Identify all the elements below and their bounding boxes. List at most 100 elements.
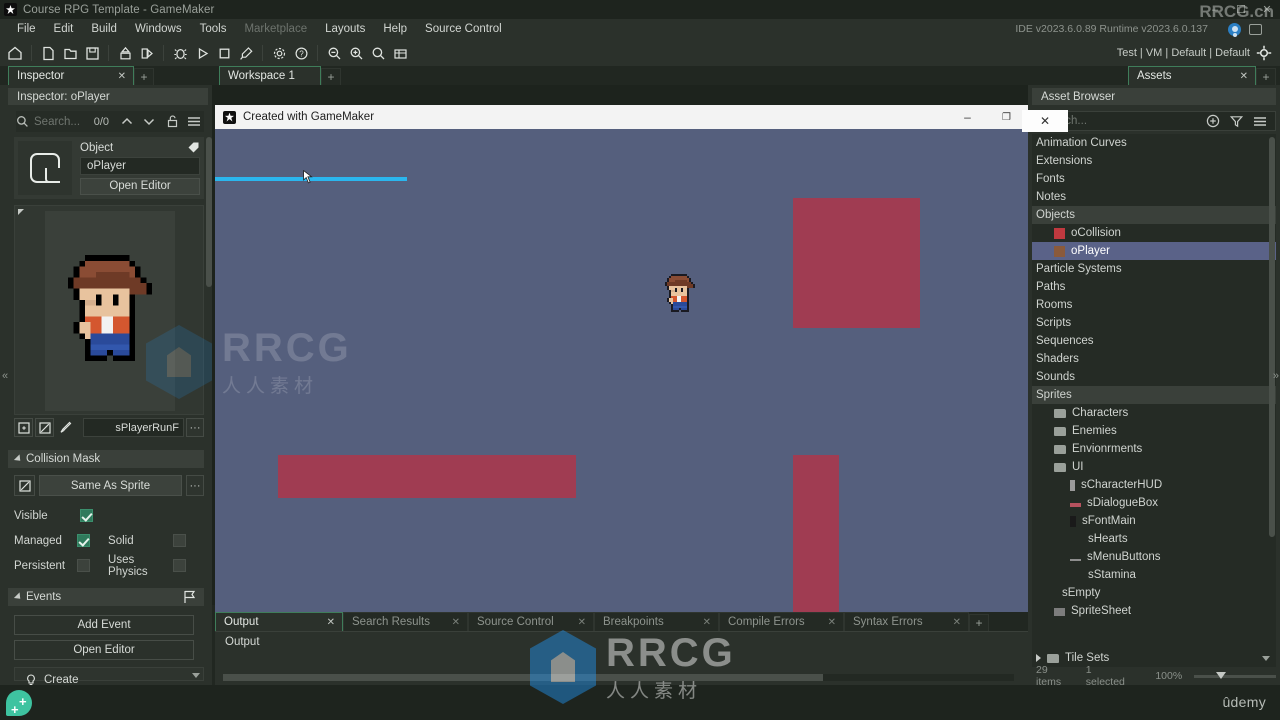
asset-item-scharacterhud[interactable]: sCharacterHUD xyxy=(1032,476,1276,494)
inspector-search-input[interactable]: Search... xyxy=(34,116,80,128)
export-icon[interactable] xyxy=(136,43,158,63)
asset-zoom-slider[interactable] xyxy=(1194,671,1276,679)
close-icon[interactable]: ✕ xyxy=(953,617,961,628)
collision-mask-section-header[interactable]: Collision Mask xyxy=(8,450,204,468)
asset-item-oplayer[interactable]: oPlayer xyxy=(1032,242,1276,260)
asset-item-spritesheet[interactable]: SpriteSheet xyxy=(1032,602,1276,620)
menu-source-control[interactable]: Source Control xyxy=(416,19,511,40)
asset-item-smenubuttons[interactable]: sMenuButtons xyxy=(1032,548,1276,566)
asset-group-scripts[interactable]: Scripts xyxy=(1032,314,1276,332)
asset-folder-environments[interactable]: Envionrments xyxy=(1032,440,1276,458)
asset-item-sdialoguebox[interactable]: sDialogueBox xyxy=(1032,494,1276,512)
events-open-editor-button[interactable]: Open Editor xyxy=(14,640,194,660)
asset-browser-scrollbar[interactable] xyxy=(1269,137,1275,645)
menu-help[interactable]: Help xyxy=(374,19,416,40)
object-open-editor-button[interactable]: Open Editor xyxy=(80,177,200,195)
asset-group-rooms[interactable]: Rooms xyxy=(1032,296,1276,314)
close-icon[interactable]: ✕ xyxy=(578,617,586,628)
asset-group-sounds[interactable]: Sounds xyxy=(1032,368,1276,386)
tab-inspector[interactable]: Inspector ✕ xyxy=(8,66,134,85)
new-file-icon[interactable] xyxy=(37,43,59,63)
import-icon[interactable] xyxy=(114,43,136,63)
tab-search-results[interactable]: Search Results ✕ xyxy=(343,612,468,631)
menu-file[interactable]: File xyxy=(8,19,45,40)
gear-icon[interactable] xyxy=(268,43,290,63)
stop-icon[interactable] xyxy=(213,43,235,63)
collapse-triangle-icon[interactable] xyxy=(18,209,24,215)
zoom-reset-icon[interactable] xyxy=(367,43,389,63)
output-body[interactable]: Output xyxy=(215,631,1034,685)
asset-item-ocollision[interactable]: oCollision xyxy=(1032,224,1276,242)
chevron-up-icon[interactable] xyxy=(120,116,134,127)
close-icon[interactable]: ✕ xyxy=(452,617,460,628)
flag-checkbox-managed[interactable] xyxy=(77,534,91,547)
asset-group-notes[interactable]: Notes xyxy=(1032,188,1276,206)
asset-group-animation-curves[interactable]: Animation Curves xyxy=(1032,134,1276,152)
add-inspector-tab-button[interactable]: + xyxy=(134,68,154,85)
menu-hamburger-icon[interactable] xyxy=(1253,116,1267,127)
asset-item-sfontmain[interactable]: sFontMain xyxy=(1032,512,1276,530)
asset-tree[interactable]: Animation Curves Extensions Fonts Notes … xyxy=(1032,134,1276,650)
tab-compile-errors[interactable]: Compile Errors ✕ xyxy=(719,612,844,631)
asset-group-paths[interactable]: Paths xyxy=(1032,278,1276,296)
output-horizontal-scrollbar[interactable] xyxy=(223,674,1014,681)
menu-tools[interactable]: Tools xyxy=(191,19,236,40)
game-minimize-button[interactable]: – xyxy=(948,105,987,129)
close-icon[interactable]: ✕ xyxy=(703,617,711,628)
save-icon[interactable] xyxy=(81,43,103,63)
close-icon[interactable]: ✕ xyxy=(327,617,335,628)
debug-icon[interactable] xyxy=(169,43,191,63)
expand-triangle-icon[interactable] xyxy=(1036,654,1041,662)
game-canvas[interactable] xyxy=(215,129,1065,612)
tab-source-control[interactable]: Source Control ✕ xyxy=(468,612,594,631)
open-folder-icon[interactable] xyxy=(59,43,81,63)
collapse-left-panel-icon[interactable]: « xyxy=(2,370,8,382)
chat-icon[interactable] xyxy=(1249,24,1262,35)
account-icon[interactable] xyxy=(1228,23,1241,36)
menu-build[interactable]: Build xyxy=(82,19,126,40)
object-name-field[interactable]: oPlayer xyxy=(80,157,200,175)
sprite-name-field[interactable]: sPlayerRunF xyxy=(83,418,184,437)
menu-edit[interactable]: Edit xyxy=(45,19,83,40)
asset-browser-close-overlay-icon[interactable]: ✕ xyxy=(1022,110,1068,132)
layout-icon[interactable] xyxy=(389,43,411,63)
asset-folder-enemies[interactable]: Enemies xyxy=(1032,422,1276,440)
paint-brush-icon[interactable] xyxy=(56,418,75,437)
inspector-search-bar[interactable]: Search... 0/0 xyxy=(16,111,204,132)
asset-group-extensions[interactable]: Extensions xyxy=(1032,152,1276,170)
tab-output[interactable]: Output ✕ xyxy=(215,612,343,631)
events-section-header[interactable]: Events xyxy=(8,588,204,606)
asset-item-sstamina[interactable]: sStamina xyxy=(1032,566,1276,584)
menu-hamburger-icon[interactable] xyxy=(187,116,201,127)
add-workspace-tab-button[interactable]: + xyxy=(321,68,341,85)
chevron-down-icon[interactable] xyxy=(142,116,156,127)
tab-assets[interactable]: Assets ✕ xyxy=(1128,66,1256,85)
collapse-right-panel-icon[interactable]: » xyxy=(1273,370,1279,382)
flag-checkbox-persistent[interactable] xyxy=(77,559,91,572)
zoom-out-icon[interactable] xyxy=(323,43,345,63)
asset-item-shearts[interactable]: sHearts xyxy=(1032,530,1276,548)
tab-breakpoints[interactable]: Breakpoints ✕ xyxy=(594,612,719,631)
scroll-down-icon[interactable] xyxy=(1262,655,1270,661)
filter-icon[interactable] xyxy=(1230,115,1243,128)
close-icon[interactable]: ✕ xyxy=(828,617,836,628)
flag-checkbox-visible[interactable] xyxy=(80,509,93,522)
edit-mask-icon[interactable] xyxy=(14,475,35,496)
add-event-button[interactable]: Add Event xyxy=(14,615,194,635)
asset-folder-characters[interactable]: Characters xyxy=(1032,404,1276,422)
target-platform-icon[interactable] xyxy=(1256,45,1272,66)
tab-workspace-1[interactable]: Workspace 1 xyxy=(219,66,321,85)
home-icon[interactable] xyxy=(4,43,26,63)
flag-checkbox-solid[interactable] xyxy=(173,534,187,547)
asset-group-sequences[interactable]: Sequences xyxy=(1032,332,1276,350)
new-sprite-icon[interactable] xyxy=(14,418,33,437)
tab-syntax-errors[interactable]: Syntax Errors ✕ xyxy=(844,612,969,631)
add-assets-tab-button[interactable]: + xyxy=(1256,68,1276,85)
lock-open-icon[interactable] xyxy=(167,115,178,128)
asset-search-bar[interactable]: Search... xyxy=(1032,111,1276,131)
run-configuration[interactable]: Test | VM | Default | Default xyxy=(1117,40,1250,66)
menu-layouts[interactable]: Layouts xyxy=(316,19,374,40)
collision-mask-mode[interactable]: Same As Sprite xyxy=(39,475,182,496)
asset-group-objects[interactable]: Objects xyxy=(1032,206,1276,224)
leaf-plus-icon[interactable]: + + xyxy=(6,690,32,716)
